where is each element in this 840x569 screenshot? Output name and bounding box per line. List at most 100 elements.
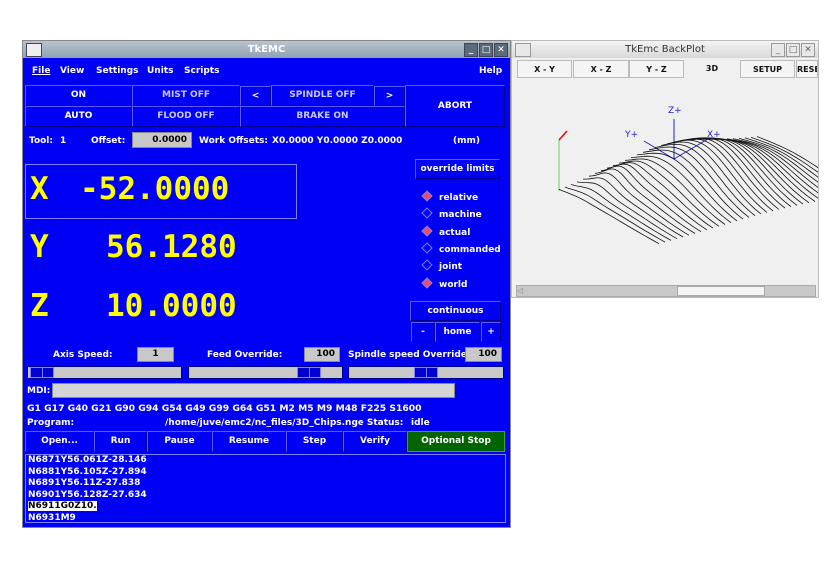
work-offsets-value: X0.0000 Y0.0000 Z0.0000: [272, 136, 403, 146]
program-line: N6881Y56.105Z-27.894: [28, 466, 147, 477]
tool-label: Tool:: [29, 136, 53, 146]
pause-button[interactable]: Pause: [147, 431, 212, 452]
resume-button[interactable]: Resume: [212, 431, 286, 452]
minimize-icon[interactable]: _: [771, 43, 785, 57]
backplot-window: TkEmc BackPlot _ □ ✕ X - Y X - Z Y - Z 3…: [511, 40, 819, 298]
tab-yz[interactable]: Y - Z: [629, 60, 684, 78]
tab-xz[interactable]: X - Z: [573, 60, 629, 78]
window-menu-icon[interactable]: [26, 43, 42, 57]
menu-scripts[interactable]: Scripts: [184, 66, 219, 76]
radio-label: commanded: [439, 244, 501, 255]
toolpath-line: [696, 137, 798, 206]
close-icon[interactable]: ✕: [494, 43, 508, 57]
y-axis-value: 56.1280: [106, 229, 237, 265]
z-axis-label[interactable]: Z: [30, 288, 49, 324]
offset-field[interactable]: 0.0000: [132, 132, 192, 148]
spindle-increase-button[interactable]: >: [374, 86, 405, 106]
active-gcodes: G1 G17 G40 G21 G90 G94 G54 G49 G99 G64 G…: [27, 403, 422, 414]
toolpath-line: [558, 188, 660, 245]
slider-thumb[interactable]: [297, 367, 321, 378]
title-bar: TkEMC _ □ ✕: [23, 41, 510, 58]
brake-button[interactable]: BRAKE ON: [240, 106, 405, 127]
tab-xy[interactable]: X - Y: [517, 60, 572, 78]
horizontal-scrollbar[interactable]: ◁: [516, 285, 816, 297]
feed-override-field[interactable]: 100: [304, 347, 340, 362]
jog-minus-button[interactable]: -: [411, 322, 435, 342]
jog-mode-button[interactable]: continuous: [410, 301, 501, 321]
verify-button[interactable]: Verify: [343, 431, 407, 452]
program-line: N6901Y56.128Z-27.634: [28, 489, 147, 500]
program-line: N6871Y56.061Z-28.146: [28, 455, 147, 465]
toolpath-line: [570, 184, 672, 241]
spindle-decrease-button[interactable]: <: [240, 86, 271, 106]
z-axis-value: 10.0000: [106, 288, 237, 324]
spindle-override-field[interactable]: 100: [465, 347, 502, 362]
setup-button[interactable]: SETUP: [740, 60, 795, 78]
menu-units[interactable]: Units: [147, 66, 173, 76]
x-axis-value: -52.0000: [80, 171, 230, 207]
maximize-icon[interactable]: □: [479, 43, 493, 57]
radio-indicator-icon: [421, 259, 433, 271]
run-button[interactable]: Run: [94, 431, 147, 452]
status-value: idle: [411, 418, 430, 428]
home-button[interactable]: home: [435, 322, 480, 342]
toolpath-line: [618, 160, 720, 227]
x-axis-label[interactable]: X: [30, 171, 49, 207]
axis-speed-field[interactable]: 1: [137, 347, 174, 362]
scroll-left-icon[interactable]: ◁: [517, 286, 529, 296]
maximize-icon[interactable]: □: [786, 43, 800, 57]
mist-button[interactable]: MIST OFF: [132, 85, 240, 106]
radio-relative[interactable]: relative: [421, 190, 479, 203]
menu-view[interactable]: View: [60, 66, 84, 76]
feed-override-label: Feed Override:: [207, 350, 283, 360]
work-offsets-label: Work Offsets:: [199, 136, 269, 146]
window-menu-icon[interactable]: [515, 43, 531, 57]
y-axis-label[interactable]: Y: [30, 229, 49, 265]
machine-on-button[interactable]: ON: [25, 85, 132, 106]
program-line: N6931M9: [28, 512, 76, 523]
radio-machine[interactable]: machine: [421, 207, 482, 221]
scrollbar-thumb[interactable]: [677, 286, 765, 296]
minimize-icon[interactable]: _: [464, 43, 478, 57]
optional-stop-button[interactable]: Optional Stop: [407, 431, 505, 452]
slider-thumb[interactable]: [30, 367, 54, 378]
menu-file[interactable]: File: [32, 66, 50, 76]
radio-actual[interactable]: actual: [421, 224, 470, 238]
abort-button[interactable]: ABORT: [405, 85, 505, 127]
spindle-override-label: Spindle speed Override:: [348, 350, 471, 360]
step-button[interactable]: Step: [286, 431, 343, 452]
radio-commanded[interactable]: commanded: [421, 242, 501, 255]
backplot-canvas[interactable]: Z+ Y+ X+: [512, 79, 818, 284]
program-path: /home/juve/emc2/nc_files/3D_Chips.ngc: [165, 418, 364, 428]
radio-world[interactable]: world: [421, 276, 467, 290]
status-label: - Status:: [360, 418, 404, 428]
close-icon[interactable]: ✕: [801, 43, 815, 57]
jog-plus-button[interactable]: +: [481, 322, 501, 342]
program-label: Program:: [27, 418, 75, 428]
tab-3d[interactable]: 3D: [684, 60, 740, 78]
toolpath-line: [636, 152, 738, 222]
open-button[interactable]: Open...: [25, 431, 94, 452]
radio-joint[interactable]: joint: [421, 259, 462, 272]
program-listing[interactable]: N6871Y56.061Z-28.146 N6881Y56.105Z-27.89…: [25, 454, 506, 523]
slider-thumb[interactable]: [414, 367, 438, 378]
axis-speed-slider[interactable]: [27, 366, 182, 379]
spindle-override-slider[interactable]: [348, 366, 504, 379]
mode-auto-button[interactable]: AUTO: [25, 106, 132, 127]
toolpath-line: [666, 139, 768, 213]
toolpath-line: [702, 138, 804, 205]
override-limits-button[interactable]: override limits: [415, 159, 500, 179]
units-label: (mm): [453, 136, 480, 146]
menu-settings[interactable]: Settings: [96, 66, 138, 76]
spindle-button[interactable]: SPINDLE OFF: [271, 85, 374, 106]
window-title: TkEMC: [247, 44, 286, 55]
radio-label: machine: [439, 210, 482, 221]
flood-button[interactable]: FLOOD OFF: [132, 106, 240, 127]
reset-button[interactable]: RESET: [796, 60, 818, 78]
radio-label: relative: [439, 193, 479, 203]
feed-override-slider[interactable]: [188, 366, 343, 379]
menu-help[interactable]: Help: [479, 66, 502, 76]
mdi-input[interactable]: [52, 383, 455, 398]
axis-speed-label: Axis Speed:: [53, 350, 113, 360]
tool-value: 1: [60, 136, 67, 146]
